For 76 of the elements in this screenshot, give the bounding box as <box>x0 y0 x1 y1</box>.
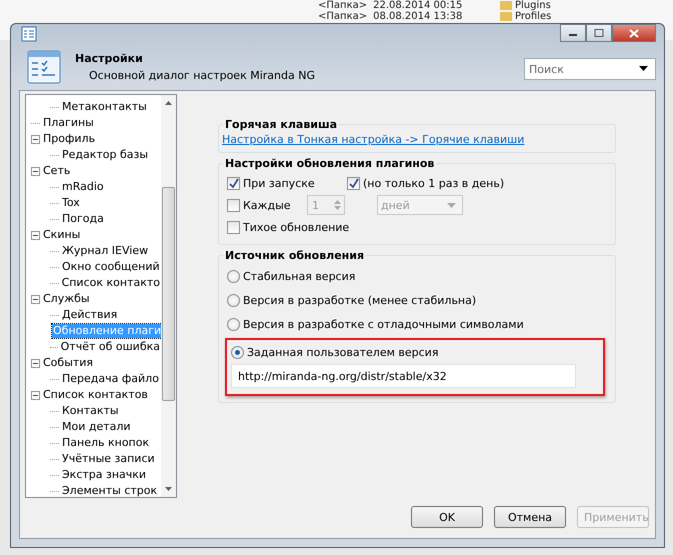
window-subtitle: Основной диалог настроек Miranda NG <box>89 69 315 82</box>
hotkey-settings-link[interactable]: Настройка в Тонкая настройка -> Горячие клавиши <box>222 133 524 146</box>
folder-name: Profiles <box>515 11 552 22</box>
tree-item[interactable]: Отчёт об ошибка <box>60 340 161 354</box>
collapse-icon[interactable] <box>31 230 40 240</box>
tree-item[interactable]: Учётные записи <box>61 452 156 466</box>
collapse-icon[interactable] <box>31 390 40 400</box>
scroll-up-icon[interactable] <box>165 101 172 105</box>
checkbox[interactable] <box>347 176 360 190</box>
maximize-button[interactable] <box>586 24 612 42</box>
maximize-icon <box>594 29 604 37</box>
tree-item[interactable]: Мои детали <box>61 420 132 434</box>
dialog-button[interactable]: OK <box>411 506 483 528</box>
tree-item[interactable]: Погода <box>61 212 105 226</box>
folder-name: Plugins <box>515 0 551 11</box>
collapse-icon[interactable] <box>31 294 40 304</box>
tree-item[interactable]: Действия <box>61 308 118 322</box>
group-title: Горячая клавиша <box>224 118 338 131</box>
radio-button[interactable] <box>227 318 240 330</box>
checkbox-label: (но только 1 раз в день) <box>363 176 504 190</box>
checkbox-label: Тихое обновление <box>243 220 350 234</box>
tree-item[interactable]: Tox <box>61 196 81 210</box>
tree-item[interactable]: Службы <box>42 292 91 306</box>
tree-item[interactable]: Журнал IEView <box>61 244 150 258</box>
folder-icon <box>500 1 512 10</box>
radio-label: Версия в разработке (менее стабильна) <box>243 294 476 306</box>
checkbox-label: Каждые <box>243 198 291 212</box>
tree-item[interactable]: Скины <box>42 228 82 242</box>
checkbox[interactable] <box>227 220 240 234</box>
tree-item[interactable]: События <box>42 356 94 370</box>
collapse-icon[interactable] <box>31 134 40 144</box>
group-title: Источник обновления <box>224 249 366 262</box>
tree-item[interactable]: Передача файло <box>61 372 160 386</box>
window-title: Настройки <box>75 52 144 66</box>
tree-item[interactable]: Элементы строк <box>61 484 158 497</box>
folder-type: <Папка> <box>318 0 368 11</box>
tree-item[interactable]: Список контактов <box>42 388 149 402</box>
tree-item[interactable]: Панель кнопок <box>61 436 150 450</box>
radio-label: Стабильная версия <box>243 270 356 282</box>
tree-item[interactable]: Сеть <box>42 164 72 178</box>
dropdown-arrow-icon <box>447 202 456 208</box>
tree-item[interactable]: mRadio <box>61 180 105 194</box>
url-field[interactable]: http://miranda-ng.org/distr/stable/x32 <box>231 364 576 388</box>
radio-button[interactable] <box>231 346 244 358</box>
group-title: Настройки обновления плагинов <box>224 157 436 170</box>
tree-item[interactable]: Метаконтакты <box>61 100 148 114</box>
scroll-down-icon[interactable] <box>165 487 172 491</box>
folder-date: 22.08.2014 00:15 <box>373 0 462 11</box>
checkbox[interactable] <box>227 176 240 190</box>
tree-item[interactable]: Экстра значки <box>61 468 148 482</box>
dialog-button[interactable]: Отмена <box>494 506 566 528</box>
checkbox-label: При запуске <box>243 176 315 190</box>
close-icon <box>629 28 639 38</box>
tree-item[interactable]: Профиль <box>42 132 96 146</box>
tree-item[interactable]: Плагины <box>42 116 95 130</box>
dropdown-arrow-icon[interactable] <box>639 66 648 72</box>
folder-icon <box>500 12 512 21</box>
tree-item[interactable]: Список контакто <box>60 276 161 290</box>
scrollbar-thumb[interactable] <box>162 187 175 401</box>
tree-item[interactable]: Редактор базы <box>61 148 150 162</box>
checkbox[interactable] <box>227 198 240 212</box>
radio-button[interactable] <box>227 294 240 306</box>
folder-date: 08.08.2014 13:38 <box>373 11 462 22</box>
radio-button[interactable] <box>227 270 240 282</box>
radio-label: Заданная пользователем версия <box>247 346 438 358</box>
search-field[interactable]: Поиск <box>524 58 656 80</box>
tree-item[interactable]: Окно сообщений <box>61 260 161 274</box>
folder-type: <Папка> <box>318 11 368 22</box>
collapse-icon[interactable] <box>31 166 40 176</box>
close-button[interactable] <box>612 24 656 42</box>
tree-item[interactable]: Контакты <box>61 404 120 418</box>
checklist-icon <box>21 26 37 42</box>
checklist-icon <box>27 50 61 84</box>
radio-label: Версия в разработке с отладочными символами <box>243 318 524 330</box>
collapse-icon[interactable] <box>31 358 40 368</box>
minimize-button[interactable] <box>560 24 586 42</box>
